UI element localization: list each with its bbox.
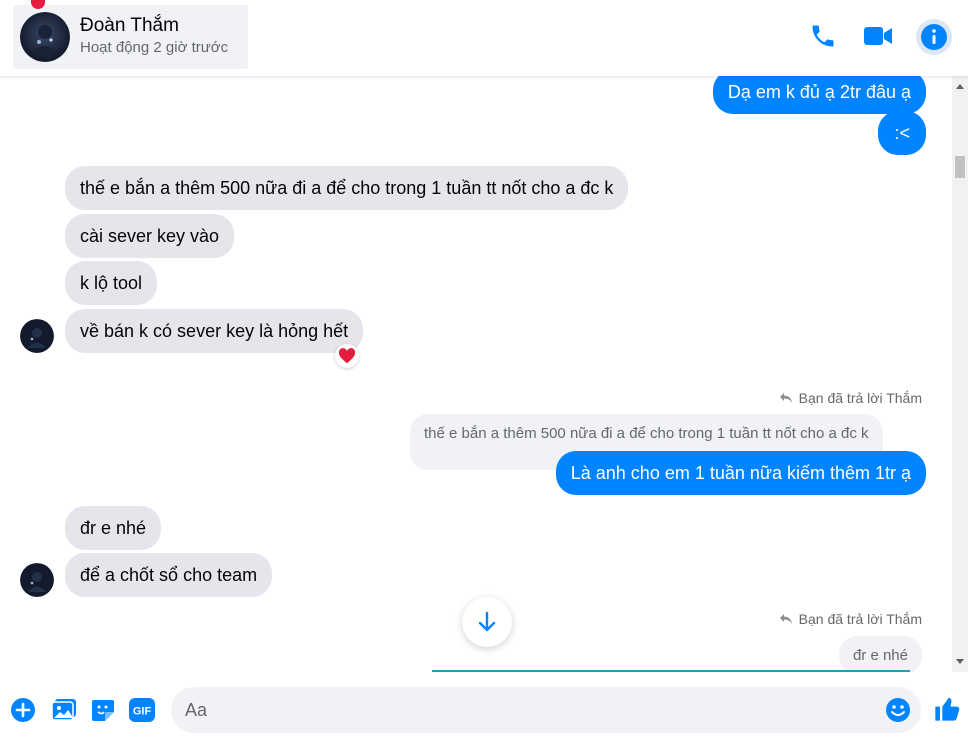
gif-icon[interactable]: GIF <box>129 697 155 723</box>
scroll-to-bottom-button[interactable] <box>462 597 512 647</box>
reply-note: Bạn đã trả lời Thắm <box>779 611 922 627</box>
message-input[interactable] <box>171 687 861 733</box>
heart-icon <box>338 348 356 364</box>
reply-note: Bạn đã trả lời Thắm <box>779 390 922 406</box>
notification-dot <box>31 0 45 9</box>
message-input-box[interactable] <box>171 687 921 733</box>
heart-reaction[interactable] <box>335 344 359 368</box>
video-icon[interactable] <box>863 21 893 51</box>
message-incoming[interactable]: đr e nhé <box>65 506 162 550</box>
image-icon[interactable] <box>51 697 77 723</box>
arrow-down-icon <box>478 611 496 632</box>
info-button[interactable] <box>916 19 952 55</box>
message-outgoing[interactable]: Dạ em k đủ ạ 2tr đâu ạ <box>712 76 926 114</box>
message-incoming[interactable]: để a chốt sổ cho team <box>65 553 273 597</box>
contact-avatar-small[interactable] <box>20 319 54 353</box>
scroll-up-arrow[interactable] <box>956 84 964 89</box>
chat-scrollbar[interactable] <box>952 76 968 672</box>
message-incoming[interactable]: cài sever key vào <box>65 214 235 258</box>
scrollbar-thumb[interactable] <box>955 156 965 178</box>
info-icon <box>921 24 947 50</box>
reply-arrow-icon <box>779 393 792 403</box>
like-icon[interactable] <box>932 694 962 724</box>
scroll-down-arrow[interactable] <box>956 659 964 664</box>
quoted-message[interactable]: đr e nhé <box>838 636 922 672</box>
message-list[interactable]: Dạ em k đủ ạ 2tr đâu ạ :< thế e bắn a th… <box>0 76 952 672</box>
emoji-icon[interactable] <box>885 697 911 723</box>
contact-avatar[interactable] <box>20 12 70 62</box>
message-incoming[interactable]: về bán k có sever key là hỏng hết <box>65 309 364 353</box>
contact-status: Hoạt động 2 giờ trước <box>80 39 229 56</box>
reply-note-text: Bạn đã trả lời Thắm <box>798 390 922 406</box>
composer: GIF <box>0 672 968 742</box>
reply-arrow-icon <box>779 614 792 624</box>
contact-name[interactable]: Đoàn Thắm <box>80 15 228 37</box>
svg-text:GIF: GIF <box>133 706 152 718</box>
message-incoming[interactable]: k lộ tool <box>65 261 158 305</box>
sticker-icon[interactable] <box>90 697 116 723</box>
phone-icon[interactable] <box>808 21 838 51</box>
plus-icon[interactable] <box>10 697 36 723</box>
contact-info[interactable]: Đoàn Thắm Hoạt động 2 giờ trước <box>13 0 248 69</box>
chat-header: Đoàn Thắm Hoạt động 2 giờ trước <box>0 0 968 76</box>
message-outgoing[interactable]: Là anh cho em 1 tuần nữa kiếm thêm 1tr ạ <box>555 451 926 495</box>
message-incoming[interactable]: thế e bắn a thêm 500 nữa đi a để cho tro… <box>65 166 629 210</box>
reply-note-text: Bạn đã trả lời Thắm <box>798 611 922 627</box>
message-outgoing[interactable]: :< <box>878 111 926 155</box>
contact-avatar-small[interactable] <box>20 563 54 597</box>
